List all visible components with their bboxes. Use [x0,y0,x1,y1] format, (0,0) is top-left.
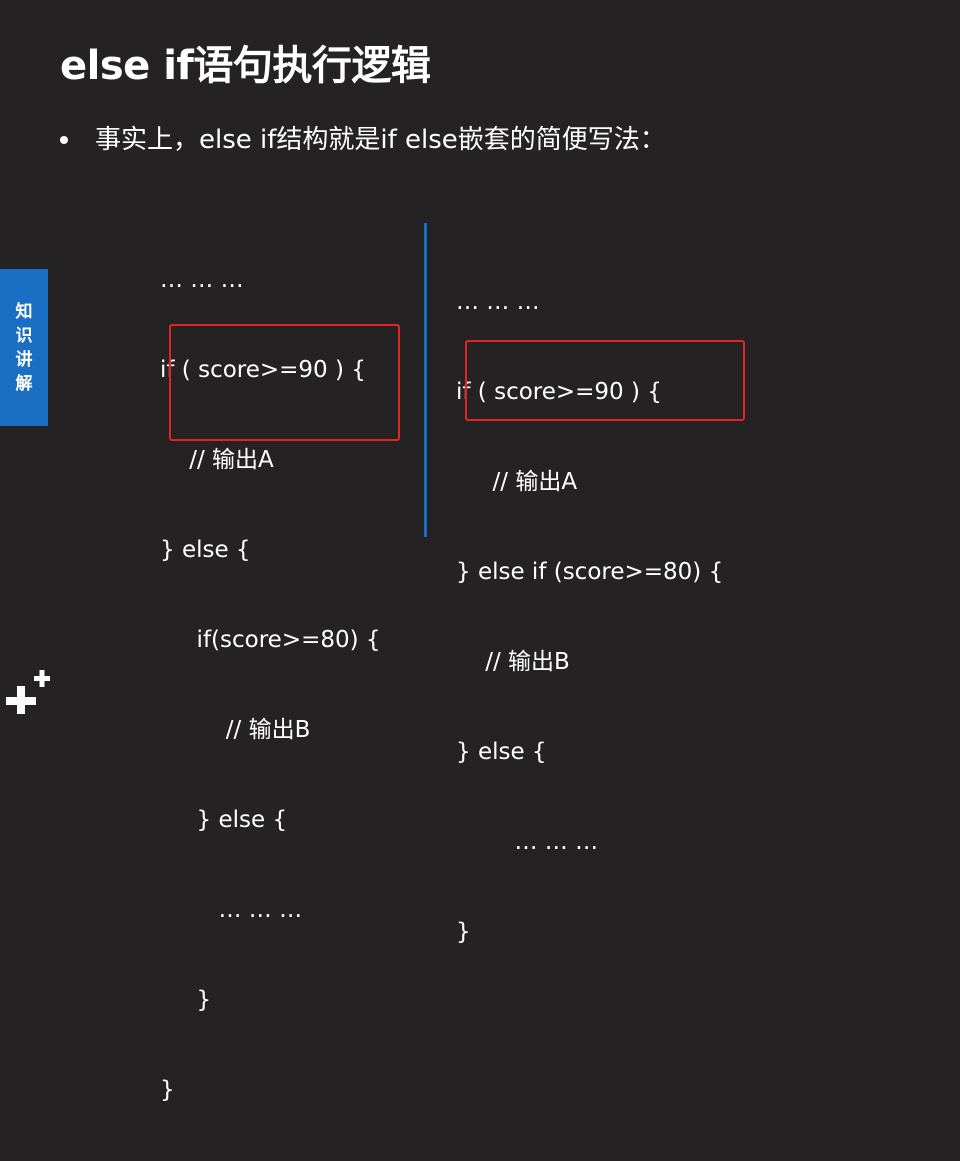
code-line: } [456,919,471,945]
code-line: } else { [456,739,547,765]
side-tab-char: 知 [15,301,33,322]
side-tab-char: 解 [15,373,33,394]
code-line: … … … [456,289,540,315]
code-line: } else { [160,537,251,563]
bullet-point: 事实上，else if结构就是if else嵌套的简便写法： [60,120,666,160]
side-tab-char: 识 [15,325,33,346]
code-line: } else if (score>=80) { [456,559,724,585]
code-line: // 输出A [160,447,274,473]
code-line: … … … [160,897,303,923]
column-divider [424,223,427,537]
bullet-text: 事实上，else if结构就是if else嵌套的简便写法： [95,125,666,155]
else-if-highlight-box [465,340,745,421]
plus-plus-logo-icon [6,670,50,714]
code-line: // 输出B [456,649,570,675]
code-line: } [160,987,212,1013]
slide: else if语句执行逻辑 事实上，else if结构就是if else嵌套的简… [0,0,960,1103]
code-line: // 输出A [456,469,578,495]
code-line: } [160,1077,175,1103]
slide-title: else if语句执行逻辑 [60,43,431,89]
code-line: … … … [456,829,599,855]
code-line: if(score>=80) { [160,627,381,653]
nested-if-highlight-box [169,324,400,441]
code-line: … … … [160,267,244,293]
side-tab-char: 讲 [15,349,33,370]
knowledge-section-tab: 知 识 讲 解 [0,269,48,426]
code-line: } else { [160,807,288,833]
code-line: // 输出B [160,717,311,743]
bullet-dot-icon [60,136,68,144]
